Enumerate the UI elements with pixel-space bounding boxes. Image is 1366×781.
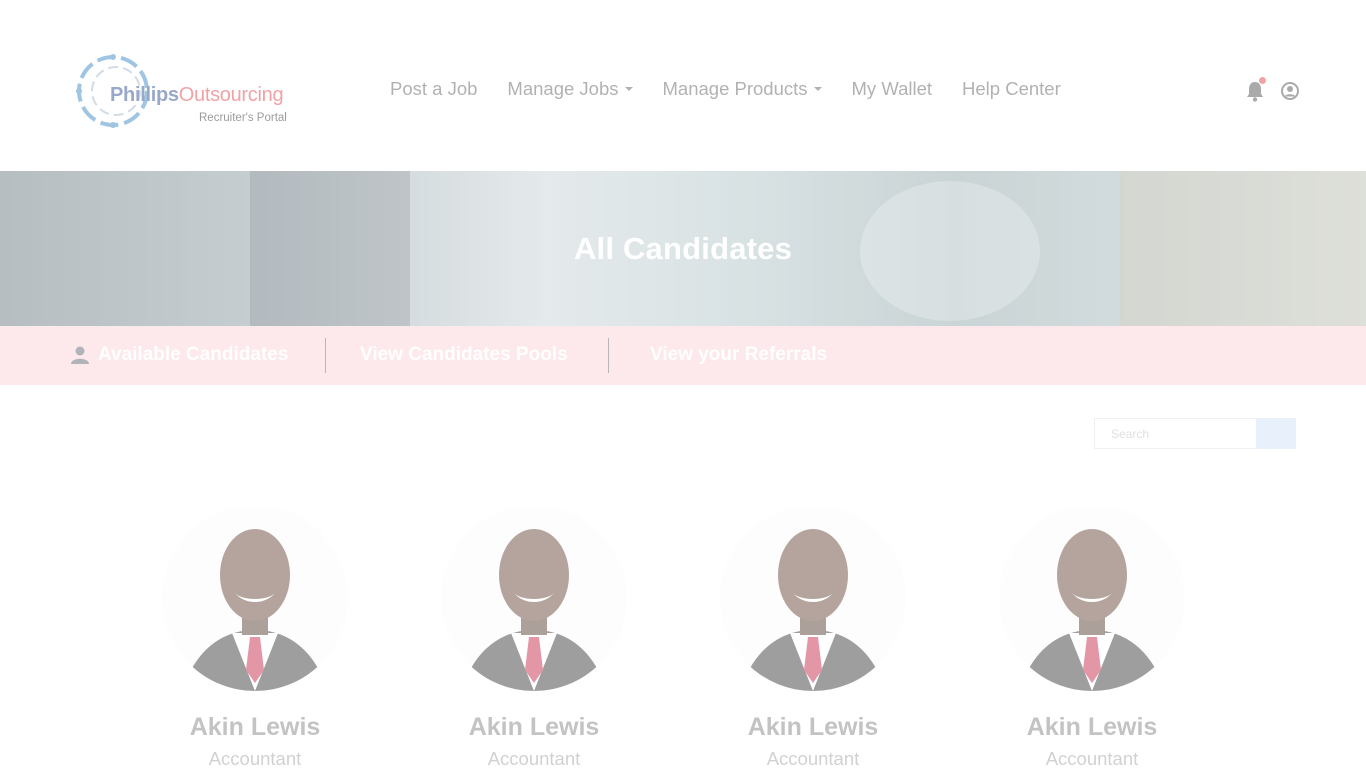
candidate-photo <box>1019 529 1165 691</box>
nav-post-a-job[interactable]: Post a Job <box>390 78 477 100</box>
candidate-card[interactable]: Akin Lewis Accountant <box>434 505 634 770</box>
nav-my-wallet[interactable]: My Wallet <box>852 78 933 100</box>
logo-tagline: Recruiter's Portal <box>199 112 287 124</box>
nav-label: Manage Jobs <box>507 78 619 99</box>
nav-label: My Wallet <box>851 78 933 99</box>
candidate-name[interactable]: Akin Lewis <box>992 713 1192 742</box>
candidate-card[interactable]: Akin Lewis Accountant <box>713 505 913 770</box>
nav-label: Help Center <box>962 78 1061 99</box>
logo-brand-part1: Phillips <box>110 84 179 106</box>
tab-label: View your Referrals <box>650 344 828 365</box>
tab-view-candidates-pools[interactable]: View Candidates Pools <box>360 344 568 366</box>
logo-brand-part2: Outsourcing <box>178 84 284 106</box>
candidate-photo <box>740 529 886 691</box>
tab-view-your-referrals[interactable]: View your Referrals <box>650 344 827 366</box>
candidate-photo <box>182 529 328 691</box>
candidate-role: Accountant <box>766 748 860 769</box>
nav-help-center[interactable]: Help Center <box>962 78 1061 100</box>
nav-manage-jobs[interactable]: Manage Jobs <box>507 78 633 100</box>
search-button[interactable] <box>1256 418 1296 449</box>
candidate-role: Accountant <box>208 748 302 769</box>
tab-divider <box>325 338 326 373</box>
candidate-name[interactable]: Akin Lewis <box>713 713 913 742</box>
candidate-role: Accountant <box>487 748 581 769</box>
search-input[interactable] <box>1094 418 1256 449</box>
logo-brand: PhillipsOutsourcing <box>110 84 284 107</box>
candidate-avatar[interactable] <box>162 505 348 691</box>
account-button[interactable] <box>1280 80 1300 102</box>
caret-down-icon <box>813 87 822 91</box>
candidate-name[interactable]: Akin Lewis <box>155 713 355 742</box>
candidate-avatar[interactable] <box>720 505 906 691</box>
caret-down-icon <box>624 87 633 91</box>
logo[interactable]: PhillipsOutsourcing Recruiter's Portal <box>68 48 308 134</box>
site-header: PhillipsOutsourcing Recruiter's Portal P… <box>0 0 1366 171</box>
tab-divider <box>608 338 609 373</box>
tab-label: View Candidates Pools <box>360 344 568 365</box>
candidate-avatar[interactable] <box>999 505 1185 691</box>
hero-banner: All Candidates <box>0 171 1366 326</box>
candidate-role: Accountant <box>1045 748 1139 769</box>
search-bar <box>1094 418 1296 449</box>
candidate-tabs: Available Candidates View Candidates Poo… <box>0 326 1366 385</box>
candidate-photo <box>461 529 607 691</box>
page: PhillipsOutsourcing Recruiter's Portal P… <box>0 0 1366 781</box>
candidate-name[interactable]: Akin Lewis <box>434 713 634 742</box>
header-icons <box>1246 77 1300 102</box>
notifications-button[interactable] <box>1246 77 1266 102</box>
nav-label: Manage Products <box>662 78 808 99</box>
user-icon <box>71 346 89 364</box>
page-title: All Candidates <box>573 231 793 266</box>
nav-label: Post a Job <box>390 78 478 99</box>
candidate-card[interactable]: Akin Lewis Accountant <box>992 505 1192 770</box>
user-circle-icon <box>1281 82 1299 100</box>
tab-label: Available Candidates <box>98 344 289 365</box>
candidate-card[interactable]: Akin Lewis Accountant <box>155 505 355 770</box>
tab-available-candidates[interactable]: Available Candidates <box>70 344 288 366</box>
candidate-avatar[interactable] <box>441 505 627 691</box>
nav-manage-products[interactable]: Manage Products <box>663 78 822 100</box>
notification-dot <box>1259 77 1266 84</box>
main-nav: Post a Job Manage Jobs Manage Products M… <box>390 78 1061 100</box>
